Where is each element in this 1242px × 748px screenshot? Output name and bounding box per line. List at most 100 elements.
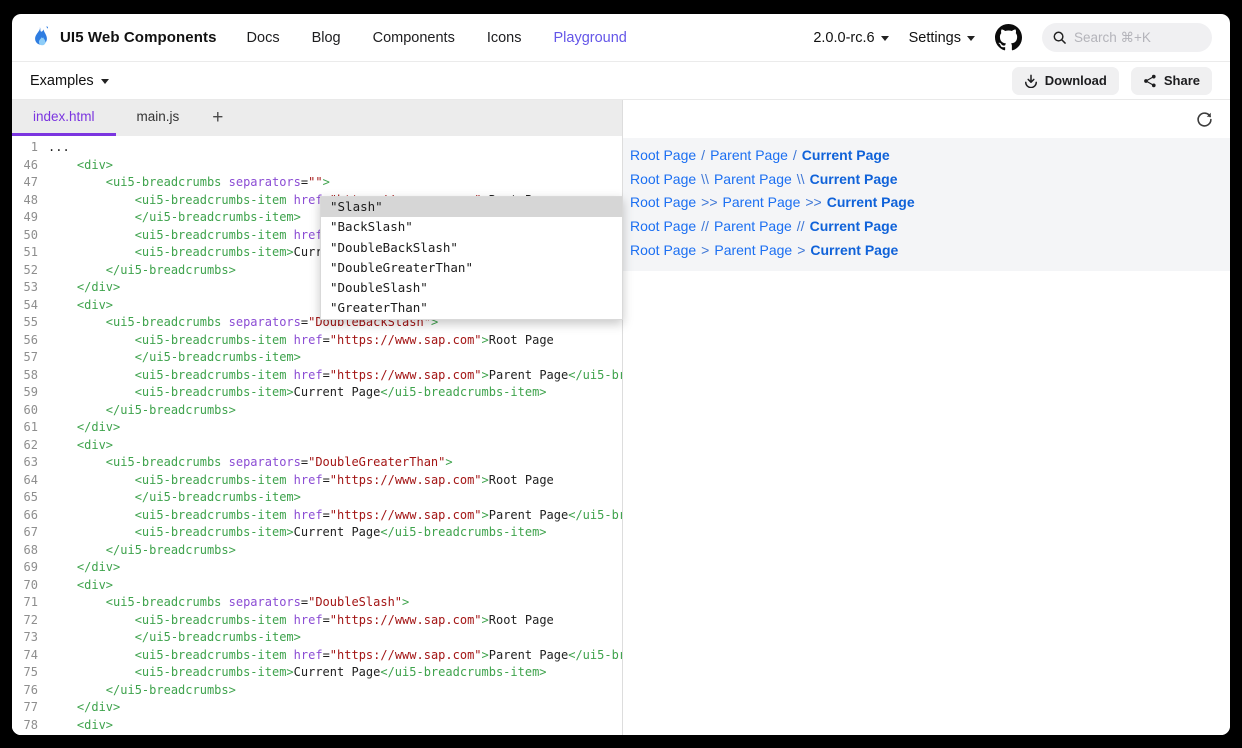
- tab-main-js[interactable]: main.js: [116, 100, 201, 136]
- breadcrumb-link[interactable]: Root Page: [630, 218, 696, 234]
- code-line[interactable]: 70 <div>: [12, 577, 622, 595]
- autocomplete-item[interactable]: "GreaterThan": [321, 298, 622, 318]
- code-line[interactable]: 78 <div>: [12, 717, 622, 735]
- examples-label: Examples: [30, 73, 94, 89]
- code-line[interactable]: 65 </ui5-breadcrumbs-item>: [12, 489, 622, 507]
- code-line[interactable]: 72 <ui5-breadcrumbs-item href="https://w…: [12, 612, 622, 630]
- autocomplete-item[interactable]: "DoubleGreaterThan": [321, 258, 622, 278]
- code-line[interactable]: 69 </div>: [12, 559, 622, 577]
- tab-index-html[interactable]: index.html: [12, 100, 116, 136]
- line-number: 62: [12, 437, 38, 455]
- line-number: 73: [12, 629, 38, 647]
- preview-toolbar: [623, 100, 1230, 138]
- preview-pane: Root Page/Parent Page/Current PageRoot P…: [623, 100, 1230, 735]
- main-nav: Docs Blog Components Icons Playground: [247, 30, 627, 46]
- main-split: index.htmlmain.js + 1...46 <div>47 <ui5-…: [12, 100, 1230, 735]
- brand[interactable]: UI5 Web Components: [30, 25, 217, 51]
- download-icon: [1024, 74, 1038, 88]
- code-line[interactable]: 62 <div>: [12, 437, 622, 455]
- breadcrumb-row: Root Page/Parent Page/Current Page: [630, 144, 1220, 168]
- breadcrumb-link[interactable]: Parent Page: [723, 194, 801, 210]
- breadcrumb-link[interactable]: Root Page: [630, 171, 696, 187]
- autocomplete-item[interactable]: "DoubleSlash": [321, 278, 622, 298]
- code-line[interactable]: 61 </div>: [12, 419, 622, 437]
- line-number: 1: [12, 139, 38, 157]
- breadcrumb-separator: >>: [701, 194, 717, 210]
- line-number: 60: [12, 402, 38, 420]
- code-line[interactable]: 75 <ui5-breadcrumbs-item>Current Page</u…: [12, 664, 622, 682]
- code-line[interactable]: 68 </ui5-breadcrumbs>: [12, 542, 622, 560]
- line-number: 46: [12, 157, 38, 175]
- line-number: 76: [12, 682, 38, 700]
- settings-menu[interactable]: Settings: [909, 30, 975, 46]
- nav-item-playground[interactable]: Playground: [554, 30, 627, 46]
- breadcrumb-separator: >>: [805, 194, 821, 210]
- nav-item-components[interactable]: Components: [373, 30, 455, 46]
- line-number: 69: [12, 559, 38, 577]
- download-label: Download: [1045, 73, 1107, 88]
- code-line[interactable]: 60 </ui5-breadcrumbs>: [12, 402, 622, 420]
- code-line[interactable]: 56 <ui5-breadcrumbs-item href="https://w…: [12, 332, 622, 350]
- search-box[interactable]: [1042, 23, 1212, 52]
- code-line[interactable]: 67 <ui5-breadcrumbs-item>Current Page</u…: [12, 524, 622, 542]
- line-number: 52: [12, 262, 38, 280]
- breadcrumb-row: Root Page>Parent Page>Current Page: [630, 239, 1220, 263]
- version-menu[interactable]: 2.0.0-rc.6: [813, 30, 888, 46]
- code-line[interactable]: 77 </div>: [12, 699, 622, 717]
- code-line[interactable]: 76 </ui5-breadcrumbs>: [12, 682, 622, 700]
- app-window: UI5 Web Components Docs Blog Components Ico…: [12, 14, 1230, 735]
- add-tab-button[interactable]: +: [206, 100, 229, 136]
- breadcrumb-link[interactable]: Root Page: [630, 194, 696, 210]
- code-line[interactable]: 1...: [12, 139, 622, 157]
- line-number: 61: [12, 419, 38, 437]
- line-number: 75: [12, 664, 38, 682]
- breadcrumb-link[interactable]: Root Page: [630, 242, 696, 258]
- breadcrumb-link[interactable]: Parent Page: [714, 171, 792, 187]
- breadcrumb-row: Root Page\\Parent Page\\Current Page: [630, 168, 1220, 192]
- nav-item-blog[interactable]: Blog: [312, 30, 341, 46]
- code-line[interactable]: 46 <div>: [12, 157, 622, 175]
- code-line[interactable]: 57 </ui5-breadcrumbs-item>: [12, 349, 622, 367]
- line-number: 72: [12, 612, 38, 630]
- refresh-button[interactable]: [1196, 111, 1213, 128]
- line-number: 70: [12, 577, 38, 595]
- breadcrumb-link[interactable]: Parent Page: [714, 218, 792, 234]
- chevron-down-icon: [967, 36, 975, 41]
- code-line[interactable]: 71 <ui5-breadcrumbs separators="DoubleSl…: [12, 594, 622, 612]
- breadcrumb-link[interactable]: Parent Page: [710, 147, 788, 163]
- autocomplete-item[interactable]: "BackSlash": [321, 217, 622, 237]
- breadcrumb-current-page: Current Page: [810, 242, 898, 258]
- code-line[interactable]: 47 <ui5-breadcrumbs separators="">: [12, 174, 622, 192]
- code-line[interactable]: 58 <ui5-breadcrumbs-item href="https://w…: [12, 367, 622, 385]
- line-number: 59: [12, 384, 38, 402]
- github-icon[interactable]: [995, 24, 1022, 51]
- autocomplete-item[interactable]: "DoubleBackSlash": [321, 238, 622, 258]
- breadcrumb-link[interactable]: Parent Page: [714, 242, 792, 258]
- line-number: 63: [12, 454, 38, 472]
- line-number: 71: [12, 594, 38, 612]
- share-label: Share: [1164, 73, 1200, 88]
- code-line[interactable]: 73 </ui5-breadcrumbs-item>: [12, 629, 622, 647]
- code-line[interactable]: 63 <ui5-breadcrumbs separators="DoubleGr…: [12, 454, 622, 472]
- share-button[interactable]: Share: [1131, 67, 1212, 95]
- breadcrumb-link[interactable]: Root Page: [630, 147, 696, 163]
- code-line[interactable]: 74 <ui5-breadcrumbs-item href="https://w…: [12, 647, 622, 665]
- line-number: 65: [12, 489, 38, 507]
- ui5-flame-logo-icon: [30, 25, 51, 51]
- breadcrumb-current-page: Current Page: [802, 147, 890, 163]
- code-line[interactable]: 66 <ui5-breadcrumbs-item href="https://w…: [12, 507, 622, 525]
- download-button[interactable]: Download: [1012, 67, 1119, 95]
- line-number: 49: [12, 209, 38, 227]
- search-input[interactable]: [1074, 30, 1194, 45]
- autocomplete-item[interactable]: "Slash": [321, 197, 622, 217]
- line-number: 67: [12, 524, 38, 542]
- code-line[interactable]: 64 <ui5-breadcrumbs-item href="https://w…: [12, 472, 622, 490]
- breadcrumb-separator: //: [797, 218, 805, 234]
- nav-item-docs[interactable]: Docs: [247, 30, 280, 46]
- editor-pane: index.htmlmain.js + 1...46 <div>47 <ui5-…: [12, 100, 623, 735]
- code-line[interactable]: 59 <ui5-breadcrumbs-item>Current Page</u…: [12, 384, 622, 402]
- examples-menu[interactable]: Examples: [30, 73, 109, 89]
- nav-item-icons[interactable]: Icons: [487, 30, 522, 46]
- breadcrumb-separator: \\: [701, 171, 709, 187]
- screenshot-frame: UI5 Web Components Docs Blog Components Ico…: [0, 0, 1242, 748]
